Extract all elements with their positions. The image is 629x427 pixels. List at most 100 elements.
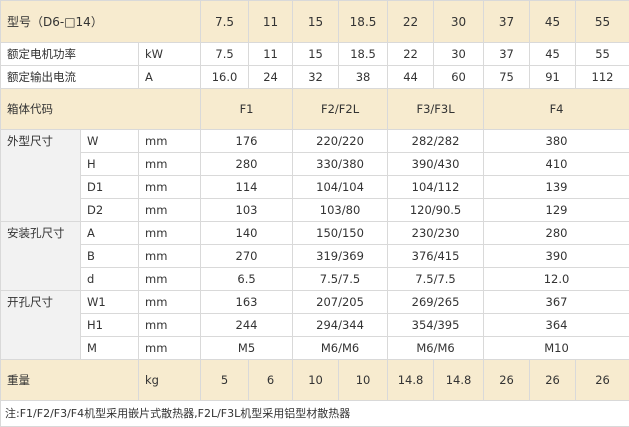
dimension-unit: mm [139, 268, 201, 291]
dimension-value: 330/380 [293, 153, 388, 176]
dimension-value: 294/344 [293, 314, 388, 337]
dimension-value: 364 [484, 314, 629, 337]
model-cell: 7.5 [201, 1, 249, 43]
weight-value: 6 [249, 360, 293, 401]
dimension-row: D2 mm 103 103/80 120/90.5 129 [1, 199, 629, 222]
spec-sheet: 型号（D6-□14） 7.5 11 15 18.5 22 30 37 45 55… [0, 0, 629, 424]
dimension-row: B mm 270 319/369 376/415 390 [1, 245, 629, 268]
dimension-value: 6.5 [201, 268, 293, 291]
dimension-row: 安装孔尺寸 A mm 140 150/150 230/230 280 [1, 222, 629, 245]
dimension-value: 140 [201, 222, 293, 245]
model-cell: 18.5 [339, 1, 388, 43]
outer-dimensions-label: 外型尺寸 [1, 130, 81, 222]
power-value: 45 [530, 43, 576, 66]
dimension-name: d [81, 268, 139, 291]
dimension-row: D1 mm 114 104/104 104/112 139 [1, 176, 629, 199]
weight-value: 5 [201, 360, 249, 401]
dimension-unit: mm [139, 222, 201, 245]
dimension-unit: mm [139, 337, 201, 360]
weight-label: 重量 [1, 360, 139, 401]
dimension-value: 120/90.5 [388, 199, 484, 222]
power-value: 11 [249, 43, 293, 66]
dimension-unit: mm [139, 314, 201, 337]
dimension-row: M mm M5 M6/M6 M6/M6 M10 [1, 337, 629, 360]
dimension-value: 163 [201, 291, 293, 314]
power-label: 额定电机功率 [1, 43, 139, 66]
dimension-value: 367 [484, 291, 629, 314]
dimension-value: M6/M6 [293, 337, 388, 360]
current-value: 91 [530, 66, 576, 89]
current-value: 44 [388, 66, 434, 89]
dimension-name: M [81, 337, 139, 360]
model-label: 型号（D6-□14） [1, 1, 201, 43]
box-code-value: F1 [201, 89, 293, 130]
dimension-name: W1 [81, 291, 139, 314]
weight-value: 26 [530, 360, 576, 401]
box-code-row: 箱体代码 F1 F2/F2L F3/F3L F4 [1, 89, 629, 130]
model-row: 型号（D6-□14） 7.5 11 15 18.5 22 30 37 45 55 [1, 1, 629, 43]
dimension-row: H mm 280 330/380 390/430 410 [1, 153, 629, 176]
dimension-value: 103/80 [293, 199, 388, 222]
model-cell: 55 [576, 1, 629, 43]
current-value: 16.0 [201, 66, 249, 89]
power-value: 55 [576, 43, 629, 66]
current-value: 60 [434, 66, 484, 89]
dimension-name: W [81, 130, 139, 153]
dimension-unit: mm [139, 130, 201, 153]
note-row: 注:F1/F2/F3/F4机型采用嵌片式散热器,F2L/F3L机型采用铝型材散热… [1, 401, 629, 427]
power-value: 30 [434, 43, 484, 66]
dimension-name: D2 [81, 199, 139, 222]
dimension-value: 114 [201, 176, 293, 199]
dimension-value: 282/282 [388, 130, 484, 153]
model-cell: 15 [293, 1, 339, 43]
dimension-value: 12.0 [484, 268, 629, 291]
mounting-holes-label: 安装孔尺寸 [1, 222, 81, 291]
model-cell: 11 [249, 1, 293, 43]
current-value: 24 [249, 66, 293, 89]
dimension-value: 244 [201, 314, 293, 337]
weight-value: 14.8 [434, 360, 484, 401]
power-row: 额定电机功率 kW 7.5 11 15 18.5 22 30 37 45 55 [1, 43, 629, 66]
dimension-value: 354/395 [388, 314, 484, 337]
power-unit: kW [139, 43, 201, 66]
weight-row: 重量 kg 5 6 10 10 14.8 14.8 26 26 26 [1, 360, 629, 401]
dimension-value: 230/230 [388, 222, 484, 245]
dimension-value: 269/265 [388, 291, 484, 314]
dimension-row: H1 mm 244 294/344 354/395 364 [1, 314, 629, 337]
weight-unit: kg [139, 360, 201, 401]
dimension-value: 207/205 [293, 291, 388, 314]
current-label: 额定输出电流 [1, 66, 139, 89]
dimension-value: 129 [484, 199, 629, 222]
dimension-name: H1 [81, 314, 139, 337]
power-value: 22 [388, 43, 434, 66]
dimension-value: 139 [484, 176, 629, 199]
spec-table: 型号（D6-□14） 7.5 11 15 18.5 22 30 37 45 55… [0, 0, 629, 427]
dimension-value: 376/415 [388, 245, 484, 268]
dimension-unit: mm [139, 291, 201, 314]
dimension-value: 150/150 [293, 222, 388, 245]
dimension-unit: mm [139, 199, 201, 222]
dimension-unit: mm [139, 153, 201, 176]
dimension-value: 280 [484, 222, 629, 245]
dimension-value: 7.5/7.5 [293, 268, 388, 291]
box-code-label: 箱体代码 [1, 89, 201, 130]
current-unit: A [139, 66, 201, 89]
power-value: 18.5 [339, 43, 388, 66]
dimension-name: D1 [81, 176, 139, 199]
current-value: 75 [484, 66, 530, 89]
model-cell: 37 [484, 1, 530, 43]
dimension-value: 280 [201, 153, 293, 176]
dimension-value: 390/430 [388, 153, 484, 176]
dimension-name: A [81, 222, 139, 245]
footnote: 注:F1/F2/F3/F4机型采用嵌片式散热器,F2L/F3L机型采用铝型材散热… [1, 401, 629, 427]
weight-value: 10 [293, 360, 339, 401]
weight-value: 26 [576, 360, 629, 401]
current-value: 112 [576, 66, 629, 89]
power-value: 15 [293, 43, 339, 66]
weight-value: 10 [339, 360, 388, 401]
dimension-value: 220/220 [293, 130, 388, 153]
dimension-value: 176 [201, 130, 293, 153]
power-value: 37 [484, 43, 530, 66]
cutout-dimensions-label: 开孔尺寸 [1, 291, 81, 360]
box-code-value: F2/F2L [293, 89, 388, 130]
